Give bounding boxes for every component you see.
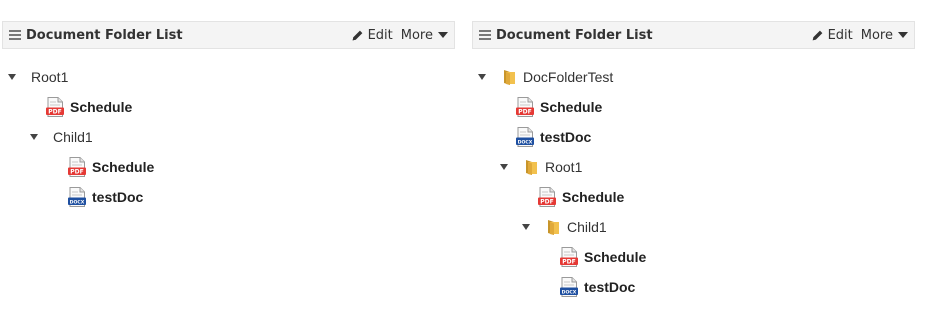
tree-node-folder[interactable]: Root1	[8, 67, 68, 87]
tree-node-document[interactable]: DOCX testDoc	[516, 127, 591, 147]
tree-node-document[interactable]: DOCX testDoc	[560, 277, 635, 297]
hamburger-icon[interactable]	[9, 28, 21, 43]
tree-node-document[interactable]: PDF Schedule	[68, 157, 154, 177]
docx-icon: DOCX	[560, 277, 578, 297]
document-folder-list-panel-left: Document Folder List Edit More Root1 PDF…	[2, 21, 455, 207]
folder-icon	[545, 218, 561, 236]
docx-icon: DOCX	[68, 187, 86, 207]
panel-title: Document Folder List	[26, 27, 183, 43]
edit-label: Edit	[367, 27, 393, 43]
panel-title: Document Folder List	[496, 27, 653, 43]
pencil-icon	[351, 29, 364, 42]
tree-node-folder[interactable]: Child1	[30, 127, 93, 147]
more-label: More	[400, 27, 433, 43]
svg-text:DOCX: DOCX	[562, 290, 577, 296]
edit-button[interactable]: Edit	[351, 28, 393, 43]
pdf-icon: PDF	[516, 97, 534, 117]
svg-text:PDF: PDF	[518, 109, 531, 116]
tree-node-folder[interactable]: DocFolderTest	[478, 67, 613, 87]
pdf-icon: PDF	[68, 157, 86, 177]
edit-button[interactable]: Edit	[811, 28, 853, 43]
document-folder-list-panel-right: Document Folder List Edit More DocFolder…	[472, 21, 915, 297]
svg-text:PDF: PDF	[48, 109, 61, 116]
tree-node-document[interactable]: PDF Schedule	[516, 97, 602, 117]
edit-label: Edit	[827, 27, 853, 43]
caret-down-icon	[898, 32, 908, 38]
tree-node-document[interactable]: PDF Schedule	[560, 247, 646, 267]
panel-header: Document Folder List Edit More	[2, 21, 455, 49]
folder-icon	[523, 158, 539, 176]
svg-text:DOCX: DOCX	[70, 200, 85, 206]
pdf-icon: PDF	[538, 187, 556, 207]
expand-toggle-icon[interactable]	[500, 164, 508, 170]
expand-toggle-icon[interactable]	[522, 224, 530, 230]
pdf-icon: PDF	[560, 247, 578, 267]
docx-icon: DOCX	[516, 127, 534, 147]
expand-toggle-icon[interactable]	[8, 74, 16, 80]
expand-toggle-icon[interactable]	[30, 134, 38, 140]
expand-toggle-icon[interactable]	[478, 74, 486, 80]
svg-text:DOCX: DOCX	[518, 140, 533, 146]
tree-node-folder[interactable]: Root1	[500, 157, 582, 177]
caret-down-icon	[438, 32, 448, 38]
pencil-icon	[811, 29, 824, 42]
pdf-icon: PDF	[46, 97, 64, 117]
hamburger-icon[interactable]	[479, 28, 491, 43]
more-dropdown[interactable]: More	[861, 28, 908, 43]
tree-node-document[interactable]: DOCX testDoc	[68, 187, 143, 207]
svg-text:PDF: PDF	[540, 199, 553, 206]
svg-text:PDF: PDF	[562, 259, 575, 266]
more-label: More	[860, 27, 893, 43]
tree-node-document[interactable]: PDF Schedule	[46, 97, 132, 117]
folder-icon	[501, 68, 517, 86]
svg-text:PDF: PDF	[70, 169, 83, 176]
more-dropdown[interactable]: More	[401, 28, 448, 43]
tree-node-folder[interactable]: Child1	[522, 217, 607, 237]
panel-header: Document Folder List Edit More	[472, 21, 915, 49]
tree-node-document[interactable]: PDF Schedule	[538, 187, 624, 207]
